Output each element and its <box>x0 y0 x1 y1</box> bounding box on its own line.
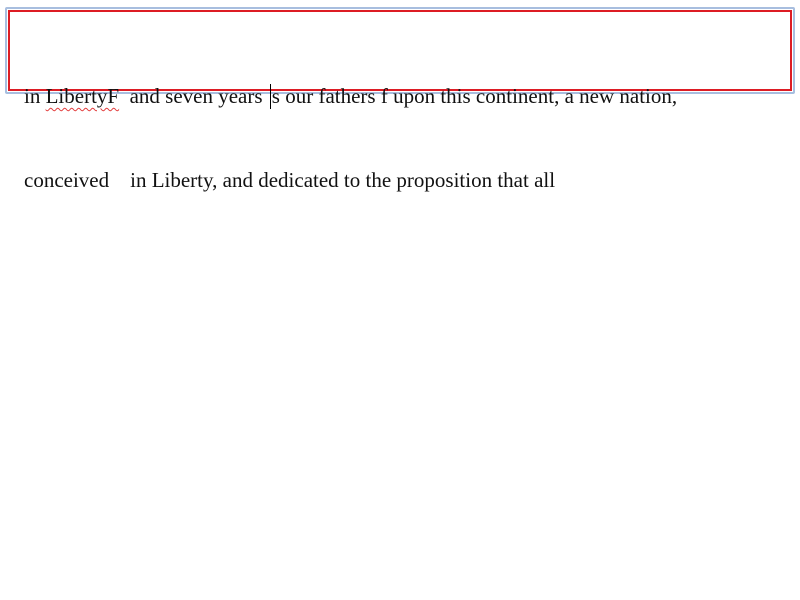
line-2-text: conceived in Liberty, and dedicated to t… <box>24 168 556 192</box>
page: in LibertyF and seven years s our father… <box>0 0 800 600</box>
text-line-1: in LibertyF and seven years s our father… <box>24 82 784 110</box>
text-editor[interactable]: in LibertyF and seven years s our father… <box>8 10 792 192</box>
text-line-2: conceived in Liberty, and dedicated to t… <box>24 166 784 194</box>
line-1-before-caret: and seven years <box>119 84 268 108</box>
text-caret <box>269 84 271 109</box>
misspelled-word[interactable]: LibertyF <box>46 84 120 108</box>
line-1-prefix: in <box>24 84 46 108</box>
text-content[interactable]: in LibertyF and seven years s our father… <box>24 26 784 250</box>
text-editor-frame: in LibertyF and seven years s our father… <box>5 7 795 192</box>
line-1-after-caret: s our fathers f upon this continent, a n… <box>271 84 678 108</box>
